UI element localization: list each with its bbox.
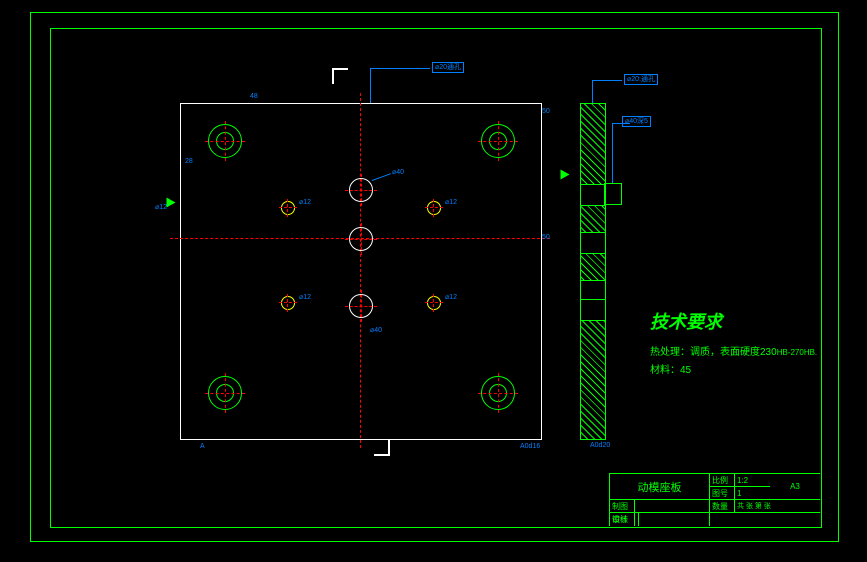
req-line2: 材料：45 (650, 362, 820, 380)
small-hole-1 (281, 201, 295, 215)
leader-side-detail-v (612, 123, 613, 183)
callout-side-detail: ⌀40深5 (622, 116, 651, 127)
callout-ypt-3: ⌀12 (299, 293, 311, 301)
dim-left-h: 28 (185, 158, 193, 165)
bolt-hole-tl (208, 124, 242, 158)
callout-ypt-3-label: ⌀12 (299, 294, 311, 301)
dim-bottom-b: A0d16 (520, 443, 540, 450)
small-hole-2 (427, 201, 441, 215)
bolt-hole-br (481, 376, 515, 410)
dim-left-mark: ⌀12 (155, 203, 167, 211)
tb-r2b: 数量 (710, 500, 735, 513)
main-hole-top (349, 178, 373, 202)
paper-size: A3 (770, 474, 820, 500)
dim-top-w: 48 (250, 93, 258, 100)
bolt-hole-tr (481, 124, 515, 158)
callout-side-top-label: ⌀20:通孔 (624, 74, 658, 85)
leader-side-horiz (592, 80, 622, 81)
callout-side-top: ⌀20:通孔 (624, 74, 658, 85)
tech-requirements: 技术要求 热处理：调质，表面硬度230HB-270HB. 材料：45 (650, 308, 820, 380)
callout-ypt-4: ⌀12 (445, 293, 457, 301)
tb-r2c: 共 张 第 张 (735, 500, 820, 513)
callout-ypt-1-label: ⌀12 (299, 199, 311, 206)
leader-top-vert (370, 68, 371, 103)
callout-ypt-2-label: ⌀12 (445, 199, 457, 206)
req-line1b: HB-270HB. (777, 348, 817, 357)
req-line1a: 热处理：调质，表面硬度230 (650, 347, 777, 358)
main-hole-bottom (349, 294, 373, 318)
bolt-hole-bl (208, 376, 242, 410)
corner-mark-top (332, 68, 348, 84)
corner-mark-bottom (374, 440, 390, 456)
dim-bottom-a: A (200, 443, 205, 450)
leader-side-vert (592, 80, 593, 103)
scale-value: 1:2 (735, 474, 770, 487)
dim-right-mid: 50 (542, 234, 550, 241)
callout-ypt-1: ⌀12 (299, 198, 311, 206)
side-view (580, 103, 606, 440)
surface-finish-side (561, 170, 570, 180)
scale-label: 比例 (710, 474, 735, 487)
leader-top-horiz (370, 68, 430, 69)
req-title: 技术要求 (650, 308, 820, 334)
small-hole-4 (427, 296, 441, 310)
dim-bottom-left: ⌀40 (370, 326, 382, 334)
dim-right-v: 50 (542, 108, 550, 115)
surface-finish-left (167, 198, 176, 208)
callout-top-label: ⌀20通孔 (432, 62, 464, 73)
callout-top: ⌀20通孔 (432, 62, 464, 73)
centerline-vertical (360, 93, 361, 448)
part-name: 动模座板 (610, 474, 710, 500)
drawing-stage: ⌀20通孔 ⌀20:通孔 ⌀40深5 ⌀40 ⌀12 ⌀12 ⌀12 ⌀12 4… (50, 28, 820, 526)
req-line1: 热处理：调质，表面硬度230HB-270HB. (650, 344, 820, 362)
sheet-value: 1 (735, 487, 770, 500)
main-hole-mid (349, 227, 373, 251)
callout-mid-hole-label: ⌀40 (392, 169, 404, 176)
callout-mid-hole: ⌀40 (392, 168, 404, 176)
tb-r4a: 审核 (610, 513, 639, 526)
callout-side-detail-label: ⌀40深5 (622, 116, 651, 127)
sheet-label: 图号 (710, 487, 735, 500)
side-detail-box (604, 183, 622, 205)
small-hole-3 (281, 296, 295, 310)
tb-r4: 审核 (610, 512, 710, 526)
callout-ypt-4-label: ⌀12 (445, 294, 457, 301)
dim-side-thick: A0d20 (590, 442, 610, 449)
callout-ypt-2: ⌀12 (445, 198, 457, 206)
